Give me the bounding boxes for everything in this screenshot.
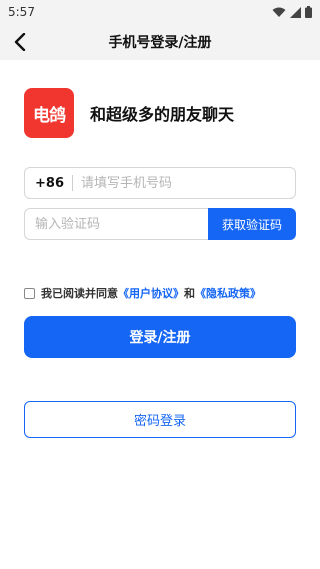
status-icons (272, 6, 312, 18)
user-agreement-link[interactable]: 《用户协议》 (118, 285, 184, 301)
page-title: 手机号登录/注册 (108, 35, 212, 51)
status-bar: 5:57 (0, 0, 320, 24)
get-code-button[interactable]: 获取验证码 (208, 208, 296, 240)
status-time: 5:57 (8, 5, 35, 19)
privacy-policy-link[interactable]: 《隐私政策》 (195, 285, 261, 301)
phone-input[interactable] (80, 169, 295, 197)
phone-field: +86 (24, 167, 296, 199)
code-input[interactable] (35, 210, 208, 238)
agreement-and: 和 (184, 287, 195, 300)
signal-icon (290, 6, 301, 18)
app-logo-text: 电鸽 (33, 105, 66, 126)
login-register-button[interactable]: 登录/注册 (24, 316, 296, 358)
verification-code-row: 获取验证码 (24, 208, 296, 240)
code-field (24, 208, 208, 240)
divider (71, 175, 73, 191)
app-logo: 电鸽 (24, 88, 74, 138)
nav-bar: 手机号登录/注册 (0, 24, 320, 60)
agreement-prefix: 我已阅读并同意 (41, 287, 118, 300)
agreement-checkbox[interactable] (24, 287, 35, 299)
app-header: 电鸽 和超级多的朋友聊天 (24, 88, 234, 138)
back-button[interactable] (8, 30, 32, 54)
wifi-icon (272, 7, 286, 17)
chevron-left-icon (14, 33, 26, 51)
battery-icon (305, 6, 312, 18)
password-login-button[interactable]: 密码登录 (24, 401, 296, 438)
app-slogan: 和超级多的朋友聊天 (90, 105, 235, 124)
agreement-row: 我已阅读并同意 《用户协议》 和 《隐私政策》 (24, 285, 261, 301)
country-code-selector[interactable]: +86 (35, 176, 64, 191)
